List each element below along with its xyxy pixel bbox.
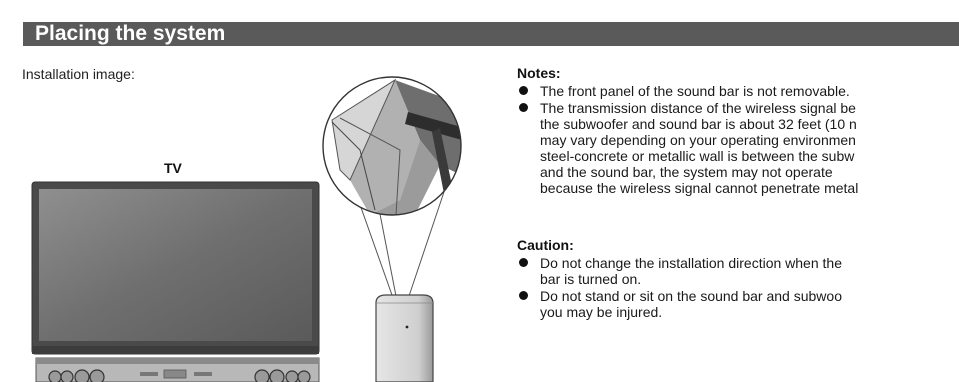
installation-image-label: Installation image: (22, 66, 135, 82)
subwoofer-illustration (375, 294, 434, 382)
tv-label: TV (164, 160, 182, 176)
callout-lines (329, 119, 447, 297)
bullet-icon (519, 103, 528, 112)
list-item: The transmission distance of the wireles… (517, 100, 858, 196)
list-item: The front panel of the sound bar is not … (517, 83, 858, 99)
detail-magnifier (322, 76, 462, 216)
section-title: Placing the system (35, 22, 226, 45)
caution-text: Do not stand or sit on the sound bar and… (540, 288, 842, 320)
sound-bar-illustration (35, 357, 320, 382)
bullet-icon (519, 291, 528, 300)
tv-illustration (31, 181, 320, 355)
caution-list: Do not change the installation direction… (517, 255, 842, 321)
list-item: Do not stand or sit on the sound bar and… (517, 288, 842, 320)
notes-heading: Notes: (517, 65, 561, 81)
bullet-icon (519, 258, 528, 267)
section-banner: Placing the system (23, 22, 959, 46)
list-item: Do not change the installation direction… (517, 255, 842, 287)
note-text: The front panel of the sound bar is not … (540, 83, 850, 99)
note-text: The transmission distance of the wireles… (540, 100, 859, 196)
bullet-icon (519, 86, 528, 95)
caution-text: Do not change the installation direction… (540, 255, 842, 287)
notes-list: The front panel of the sound bar is not … (517, 83, 858, 197)
caution-heading: Caution: (517, 237, 574, 253)
